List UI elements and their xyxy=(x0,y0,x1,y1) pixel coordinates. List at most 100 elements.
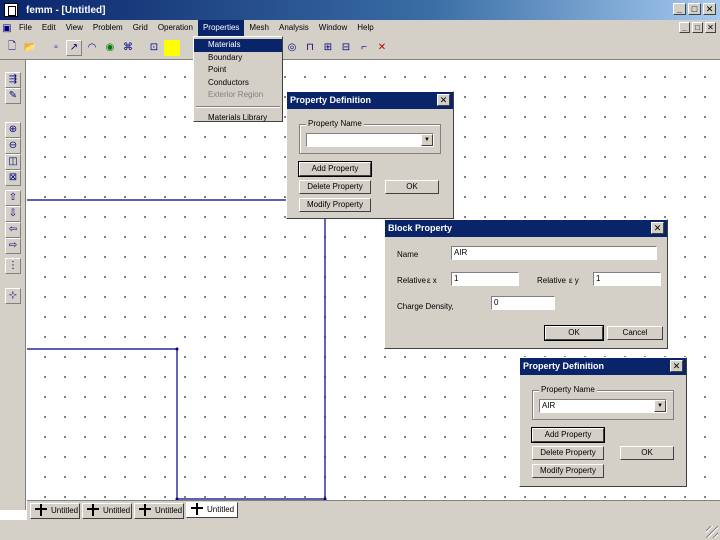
add-property-button[interactable]: Add Property xyxy=(298,161,372,177)
block-label-icon[interactable]: ◉ xyxy=(102,40,118,56)
property-name-combo[interactable]: ▼ xyxy=(306,133,434,147)
title-bar: femm - [Untitled] _ □ ✕ xyxy=(0,0,720,20)
menu-item-conductors[interactable]: Conductors xyxy=(194,77,282,90)
arc-mode-icon[interactable]: ◠ xyxy=(84,40,100,56)
properties-menu: Materials Boundary Point Conductors Exte… xyxy=(193,36,283,122)
property-definition-dialog-2: Property Definition ✕ Property Name AIR … xyxy=(519,357,687,487)
ok-button[interactable]: OK xyxy=(544,325,604,341)
document-tabs: Untitled Untitled Untitled Untitled xyxy=(27,500,720,520)
properties-icon[interactable]: ✎ xyxy=(5,88,21,104)
tab-untitled-2[interactable]: Untitled xyxy=(82,503,132,519)
group-mode-icon[interactable]: ⌘ xyxy=(120,40,136,56)
ok-button[interactable]: OK xyxy=(385,180,439,194)
chevron-down-icon[interactable]: ▼ xyxy=(654,400,666,412)
close-icon[interactable]: ✕ xyxy=(703,3,716,15)
highlight-icon[interactable] xyxy=(164,39,180,56)
menu-window[interactable]: Window xyxy=(314,20,352,36)
name-input[interactable]: AIR xyxy=(451,246,657,260)
menu-item-materials-library[interactable]: Materials Library xyxy=(194,112,282,125)
open-folder-icon[interactable]: 📂 xyxy=(22,40,38,56)
mdi-close-icon[interactable]: ✕ xyxy=(705,22,716,33)
property-name-group: Property Name AIR ▼ xyxy=(532,385,674,420)
tab-untitled-1[interactable]: Untitled xyxy=(30,503,80,519)
pan-left-icon[interactable]: ⇦ xyxy=(5,222,21,238)
status-bar xyxy=(0,520,720,540)
property-name-group: Property Name ▼ xyxy=(299,119,441,154)
close-icon[interactable]: ✕ xyxy=(670,360,683,372)
property-name-combo[interactable]: AIR ▼ xyxy=(539,399,667,413)
dialog-title: Block Property ✕ xyxy=(385,220,667,237)
pan-down-icon[interactable]: ⇩ xyxy=(5,206,21,222)
menu-grid[interactable]: Grid xyxy=(128,20,153,36)
dialog-title: Property Definition ✕ xyxy=(520,358,686,375)
delete-property-button[interactable]: Delete Property xyxy=(299,180,371,194)
charge-density-input[interactable]: 0 xyxy=(491,296,555,310)
resize-grip-icon[interactable] xyxy=(706,526,718,538)
delete-property-button[interactable]: Delete Property xyxy=(532,446,604,460)
toolbar: 🗋 📂 ▫ ↗ ◠ ◉ ⌘ ⊡ ◎ ⊓ ⊞ ⊟ ⌐ ✕ xyxy=(0,36,720,60)
pan-right-icon[interactable]: ⇨ xyxy=(5,238,21,254)
zoom-out-icon[interactable]: ⊖ xyxy=(5,138,21,154)
snap-grid-icon[interactable]: ⊹ xyxy=(5,288,21,304)
tab-untitled-4[interactable]: Untitled xyxy=(186,502,238,518)
menu-properties[interactable]: Properties xyxy=(197,20,245,36)
view-toolbar: ⇶ ✎ ⊕ ⊖ ◫ ⊠ ⇧ ⇩ ⇦ ⇨ ⋮ ⊹ xyxy=(0,60,26,510)
close-icon[interactable]: ✕ xyxy=(651,222,664,234)
modify-property-button[interactable]: Modify Property xyxy=(532,464,604,478)
property-definition-dialog: Property Definition ✕ Property Name ▼ Ad… xyxy=(286,91,454,219)
node-mode-icon[interactable]: ▫ xyxy=(48,40,64,56)
new-document-icon[interactable]: 🗋 xyxy=(4,40,20,56)
menu-view[interactable]: View xyxy=(61,20,88,36)
menu-file[interactable]: File xyxy=(14,20,37,36)
mirror-icon[interactable]: ⊓ xyxy=(302,40,318,56)
zoom-region-icon[interactable]: ⊠ xyxy=(5,170,21,186)
copy-icon[interactable]: ◎ xyxy=(284,40,300,56)
mdi-minimize-icon[interactable]: _ xyxy=(679,22,690,33)
node[interactable] xyxy=(175,347,179,351)
window-controls: _ □ ✕ xyxy=(673,3,716,15)
show-grid-icon[interactable]: ⋮ xyxy=(5,258,21,274)
relative-y-label: Relative xyxy=(537,276,566,285)
delete-icon[interactable]: ✕ xyxy=(374,40,390,56)
menu-operation[interactable]: Operation xyxy=(153,20,198,36)
pan-up-icon[interactable]: ⇧ xyxy=(5,190,21,206)
close-icon[interactable]: ✕ xyxy=(437,94,450,106)
epsilon-x-label: ε x xyxy=(427,276,437,285)
relative-x-input[interactable]: 1 xyxy=(451,272,519,286)
mdi-doc-icon[interactable]: ▣ xyxy=(0,20,14,36)
segment-mode-icon[interactable]: ↗ xyxy=(66,39,82,56)
maximize-icon[interactable]: □ xyxy=(688,3,701,15)
relative-x-label: Relative xyxy=(397,276,426,285)
ok-button[interactable]: OK xyxy=(620,446,674,460)
menu-edit[interactable]: Edit xyxy=(37,20,61,36)
cancel-button[interactable]: Cancel xyxy=(607,326,663,340)
mdi-restore-icon[interactable]: □ xyxy=(692,22,703,33)
mdi-controls: _ □ ✕ xyxy=(679,22,716,33)
move-icon[interactable]: ⊟ xyxy=(338,40,354,56)
minimize-icon[interactable]: _ xyxy=(673,3,686,15)
tab-untitled-3[interactable]: Untitled xyxy=(134,503,184,519)
menu-mesh[interactable]: Mesh xyxy=(244,20,274,36)
menu-help[interactable]: Help xyxy=(352,20,378,36)
zoom-in-icon[interactable]: ⊕ xyxy=(5,122,21,138)
fillet-icon[interactable]: ⌐ xyxy=(356,40,372,56)
menu-item-materials[interactable]: Materials xyxy=(194,39,282,52)
menu-item-boundary[interactable]: Boundary xyxy=(194,52,282,65)
menu-separator xyxy=(196,105,280,108)
zoom-fit-icon[interactable]: ◫ xyxy=(5,154,21,170)
grid-icon[interactable]: ⇶ xyxy=(5,72,21,88)
dialog-title: Property Definition ✕ xyxy=(287,92,453,109)
menu-item-point[interactable]: Point xyxy=(194,64,282,77)
scale-icon[interactable]: ⊞ xyxy=(320,40,336,56)
menu-analysis[interactable]: Analysis xyxy=(274,20,314,36)
chevron-down-icon[interactable]: ▼ xyxy=(421,134,433,146)
window-title: femm - [Untitled] xyxy=(26,4,106,16)
modify-property-button[interactable]: Modify Property xyxy=(299,198,371,212)
app-icon[interactable] xyxy=(4,3,18,17)
relative-y-input[interactable]: 1 xyxy=(593,272,661,286)
menu-bar: ▣ File Edit View Problem Grid Operation … xyxy=(0,20,720,36)
zoom-window-icon[interactable]: ⊡ xyxy=(146,40,162,56)
add-property-button[interactable]: Add Property xyxy=(531,427,605,443)
document-icon xyxy=(191,503,203,515)
menu-problem[interactable]: Problem xyxy=(88,20,128,36)
